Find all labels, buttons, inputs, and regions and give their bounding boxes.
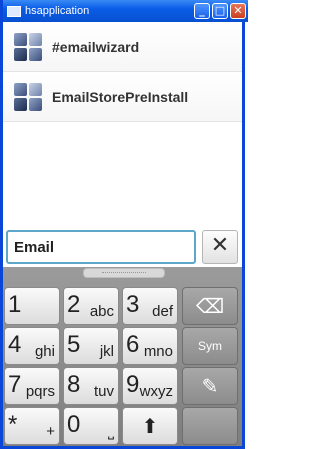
- key-9[interactable]: 9 wxyz: [122, 367, 178, 405]
- eraser-icon: ✎: [201, 374, 219, 398]
- up-arrow-icon: ⬆: [141, 414, 159, 438]
- shift-key[interactable]: ⬆: [122, 407, 178, 445]
- key-star[interactable]: * +: [4, 407, 60, 445]
- key-4[interactable]: 4 ghi: [4, 327, 60, 365]
- key-6[interactable]: 6 mno: [122, 327, 178, 365]
- backspace-icon: ⌫: [195, 294, 225, 318]
- backspace-key[interactable]: ⌫: [182, 287, 238, 325]
- title-bar[interactable]: hsapplication _ □ ✕: [3, 0, 248, 22]
- minimize-button[interactable]: _: [194, 3, 210, 19]
- list-item-label: #emailwizard: [52, 38, 140, 55]
- sym-key[interactable]: Sym: [182, 327, 238, 365]
- search-input[interactable]: [6, 230, 196, 264]
- key-0[interactable]: 0 ⎵: [63, 407, 119, 445]
- keypad-drag-handle[interactable]: [83, 268, 165, 278]
- list-item-label: EmailStorePreInstall: [52, 88, 189, 105]
- space-icon: ⎵: [107, 423, 114, 440]
- eraser-key[interactable]: ✎: [182, 367, 238, 405]
- key-1[interactable]: 1: [4, 287, 60, 325]
- list-item[interactable]: #emailwizard: [3, 22, 242, 72]
- clear-search-button[interactable]: ✕: [202, 230, 238, 264]
- result-list: #emailwizard EmailStorePreInstall: [3, 22, 242, 122]
- key-3[interactable]: 3 def: [122, 287, 178, 325]
- app-grid-icon: [14, 82, 42, 111]
- key-2[interactable]: 2 abc: [63, 287, 119, 325]
- maximize-button[interactable]: □: [212, 3, 228, 19]
- app-grid-icon: [14, 32, 42, 61]
- list-item[interactable]: EmailStorePreInstall: [3, 72, 242, 122]
- app-icon: [7, 5, 21, 17]
- search-row: ✕: [3, 226, 242, 266]
- blank-key[interactable]: [182, 407, 238, 445]
- key-8[interactable]: 8 tuv: [63, 367, 119, 405]
- window-title: hsapplication: [25, 5, 90, 17]
- key-5[interactable]: 5 jkl: [63, 327, 119, 365]
- key-7[interactable]: 7 pqrs: [4, 367, 60, 405]
- close-button[interactable]: ✕: [230, 3, 246, 19]
- on-screen-keypad: 1 2 abc 3 def ⌫ 4 ghi 5 jkl 6 mno Sym 7 …: [3, 267, 242, 446]
